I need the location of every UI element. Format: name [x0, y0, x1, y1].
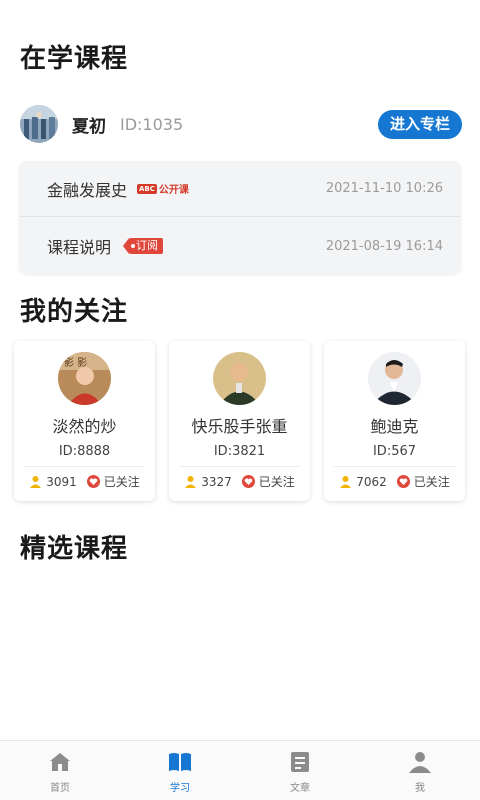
- followed-status[interactable]: 已关注: [414, 473, 450, 490]
- teacher-row[interactable]: 夏初 ID:1035 进入专栏: [20, 104, 462, 144]
- heart-icon: [396, 475, 410, 488]
- follower-icon: [30, 476, 42, 488]
- follow-id: ID:3821: [213, 444, 266, 459]
- course-date: 2021-11-10 10:26: [325, 181, 443, 196]
- user-icon: [409, 752, 431, 773]
- course-list-card: 金融发展史 ABC 公开课 2021-11-10 10:26 课程说明 订阅 2…: [19, 161, 461, 274]
- studying-section-title: 在学课程: [20, 44, 129, 74]
- follow-card[interactable]: 影 影 淡然的炒 ID:8888 3091 已关注: [14, 341, 155, 501]
- course-item[interactable]: 金融发展史 ABC 公开课 2021-11-10 10:26: [19, 161, 461, 217]
- course-date: 2021-08-19 16:14: [325, 238, 443, 254]
- follow-section-title: 我的关注: [20, 297, 129, 327]
- course-item[interactable]: 课程说明 订阅 2021-08-19 16:14: [19, 218, 461, 274]
- nav-label: 学习: [170, 783, 190, 794]
- follow-avatar[interactable]: 影 影: [58, 352, 111, 405]
- nav-label: 文章: [290, 783, 310, 794]
- book-icon: [169, 753, 191, 771]
- nav-item-home[interactable]: 首页: [0, 741, 120, 800]
- home-icon: [50, 753, 70, 771]
- follower-count: 3327: [201, 474, 232, 489]
- nav-item-me[interactable]: 我: [360, 741, 480, 800]
- follow-name: 快乐股手张重: [191, 417, 288, 436]
- divider: [179, 466, 300, 467]
- enter-column-button[interactable]: 进入专栏: [377, 109, 462, 139]
- follow-stats: 3327 已关注: [169, 473, 310, 490]
- follower-count: 7062: [356, 474, 387, 489]
- follow-avatar[interactable]: [213, 352, 266, 405]
- nav-label: 我: [415, 783, 425, 794]
- open-class-badge: ABC 公开课: [137, 181, 189, 196]
- follower-count: 3091: [46, 474, 77, 489]
- abc-logo-icon: ABC: [137, 183, 157, 194]
- teacher-id: ID:1035: [120, 114, 184, 134]
- follow-card[interactable]: 鲍迪克 ID:567 7062 已关注: [324, 341, 465, 501]
- follower-icon: [185, 476, 197, 488]
- divider: [334, 466, 455, 467]
- follow-id: ID:8888: [58, 444, 111, 459]
- open-class-label: 公开课: [158, 185, 189, 196]
- follow-id: ID:567: [372, 444, 417, 459]
- article-icon: [291, 752, 309, 772]
- teacher-name: 夏初: [72, 116, 106, 137]
- follow-stats: 7062 已关注: [324, 473, 465, 490]
- heart-icon: [86, 475, 100, 488]
- course-name: 课程说明: [47, 238, 112, 257]
- subscribe-tag: 订阅: [123, 238, 164, 254]
- follow-card[interactable]: 快乐股手张重 ID:3821 3327 已关注: [169, 341, 310, 501]
- followed-status[interactable]: 已关注: [104, 473, 140, 490]
- bottom-nav: 首页 学习 文章 我: [0, 740, 480, 800]
- nav-label: 首页: [50, 783, 70, 794]
- divider: [24, 466, 145, 467]
- follow-name: 淡然的炒: [52, 417, 117, 436]
- nav-item-article[interactable]: 文章: [240, 741, 360, 800]
- follow-avatar[interactable]: [368, 352, 421, 405]
- follower-icon: [340, 476, 352, 488]
- teacher-avatar[interactable]: [20, 105, 58, 143]
- follow-stats: 3091 已关注: [14, 473, 155, 490]
- featured-section-title: 精选课程: [20, 534, 129, 564]
- followed-status[interactable]: 已关注: [259, 473, 295, 490]
- course-name: 金融发展史: [47, 180, 128, 200]
- heart-icon: [241, 475, 255, 488]
- follow-name: 鲍迪克: [370, 417, 419, 436]
- nav-item-study[interactable]: 学习: [120, 741, 240, 800]
